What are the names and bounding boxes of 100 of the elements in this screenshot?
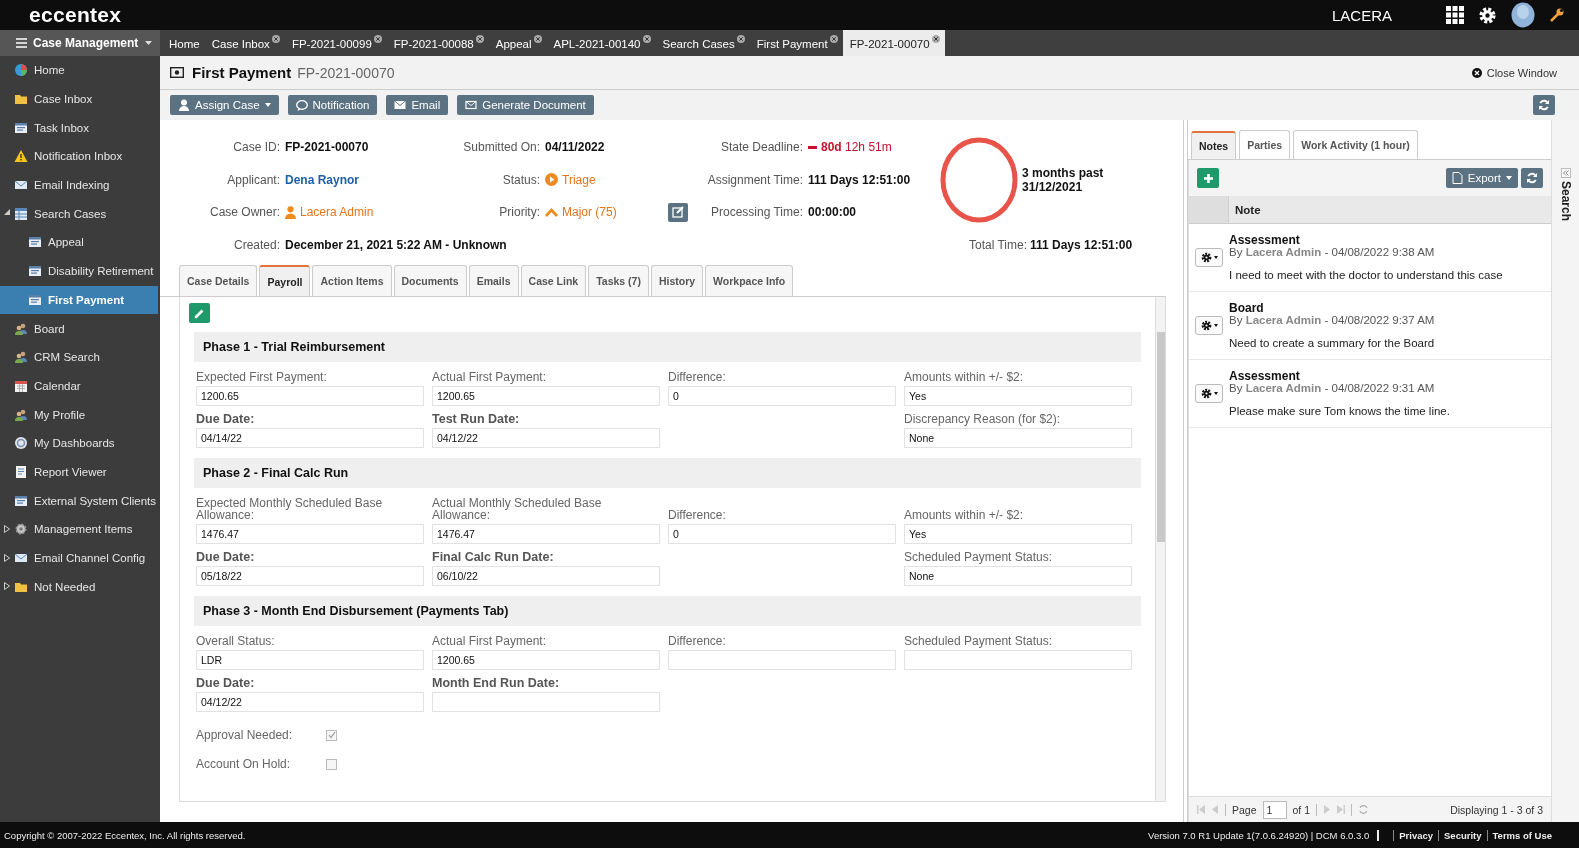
input-field[interactable]: 05/18/22 (196, 566, 424, 586)
input-field[interactable]: LDR (196, 650, 424, 670)
page-input[interactable]: 1 (1262, 800, 1287, 819)
close-icon[interactable] (829, 35, 838, 43)
actions-menu-button[interactable] (1195, 384, 1223, 403)
input-field[interactable]: 0 (668, 524, 896, 544)
input-field[interactable]: Yes (904, 524, 1132, 544)
edit-button[interactable] (668, 202, 688, 222)
sidebar-item[interactable]: Report Viewer (0, 457, 160, 487)
sidebar-item[interactable]: Management Items (0, 515, 160, 544)
input-field[interactable]: None (904, 428, 1132, 448)
sidebar-item[interactable]: Disability Retirement (0, 256, 160, 286)
input-field[interactable]: 06/10/22 (432, 566, 660, 586)
tab[interactable]: Emails (468, 265, 519, 296)
tab[interactable]: Case Link (520, 265, 587, 296)
tab[interactable]: Case Inbox (204, 30, 285, 56)
tab[interactable]: Payroll (259, 265, 311, 296)
sidebar-item[interactable]: Appeal (0, 228, 160, 257)
sidebar-item[interactable]: My Profile (0, 400, 160, 429)
input-field[interactable]: Yes (904, 386, 1132, 406)
tab[interactable]: FP-2021-00099 (284, 30, 387, 56)
input-field[interactable] (904, 650, 1132, 670)
tab[interactable]: Appeal (488, 30, 547, 56)
collapsed-arrow-icon[interactable] (4, 582, 10, 591)
footer-link[interactable]: Privacy (1393, 829, 1438, 841)
actions-menu-button[interactable] (1195, 248, 1223, 267)
add-button[interactable] (1197, 168, 1219, 188)
tab[interactable]: Work Activity (1 hour) (1293, 130, 1418, 159)
sidebar-item[interactable]: Email Channel Config (0, 543, 160, 573)
input-field[interactable] (432, 692, 660, 712)
sidebar-item[interactable]: Home (0, 56, 160, 85)
toolbar-button[interactable]: Generate Document (457, 95, 594, 115)
tab[interactable]: Documents (393, 265, 467, 296)
tab[interactable]: History (650, 265, 704, 296)
toolbar-button[interactable]: Assign Case (170, 95, 279, 115)
input-field[interactable] (668, 650, 896, 670)
sidebar-item[interactable]: CRM Search (0, 342, 160, 372)
sidebar-item[interactable]: First Payment (0, 285, 158, 315)
close-window-link[interactable]: Close Window (1471, 66, 1557, 79)
toolbar-button[interactable]: Email (386, 95, 449, 115)
tab[interactable]: Action Items (312, 265, 392, 296)
sidebar-item[interactable]: Case Inbox (0, 84, 160, 114)
tab[interactable]: Search Cases (655, 30, 750, 56)
input-field[interactable]: 04/14/22 (196, 428, 424, 448)
tab[interactable]: Home (162, 30, 205, 56)
applicant-link[interactable]: Dena Raynor (285, 172, 435, 187)
input-field[interactable]: 1476.47 (432, 524, 660, 544)
tab[interactable]: APL-2021-00140 (546, 30, 656, 56)
search-panel-label[interactable]: Search (1558, 181, 1573, 222)
actions-menu-button[interactable] (1195, 316, 1223, 335)
wrench-icon[interactable] (1549, 7, 1565, 23)
footer-link[interactable]: Terms of Use (1486, 829, 1557, 841)
refresh-button[interactable] (1533, 95, 1555, 115)
sidebar-item[interactable]: External System Clients (0, 486, 160, 515)
collapsed-arrow-icon[interactable] (4, 525, 10, 533)
edit-button[interactable] (189, 303, 210, 323)
checkbox[interactable] (326, 758, 337, 770)
tab[interactable]: FP-2021-00088 (386, 30, 489, 56)
tab[interactable]: FP-2021-00070 (842, 30, 945, 56)
close-icon[interactable] (271, 35, 280, 43)
close-icon[interactable] (642, 35, 651, 43)
input-field[interactable]: 1476.47 (196, 524, 424, 544)
sidebar-item[interactable]: Task Inbox (0, 113, 160, 143)
scrollbar[interactable] (1155, 297, 1165, 801)
footer-link[interactable]: Security (1438, 829, 1487, 841)
menu-header[interactable]: Case Management (0, 30, 160, 56)
tab[interactable]: First Payment (749, 30, 843, 56)
avatar-icon[interactable] (1511, 2, 1535, 28)
close-icon[interactable] (475, 35, 484, 43)
sidebar-item[interactable]: Search Cases (0, 199, 160, 229)
tab[interactable]: Workpace Info (705, 265, 794, 296)
sidebar-item[interactable]: Notification Inbox (0, 142, 160, 171)
export-button[interactable]: Export (1445, 168, 1518, 188)
sidebar-item[interactable]: Email Indexing (0, 170, 160, 200)
input-field[interactable]: 1200.65 (432, 650, 660, 670)
sidebar-item[interactable]: Board (0, 314, 160, 343)
close-icon[interactable] (533, 35, 542, 43)
sidebar-item[interactable]: Not Needed (0, 572, 160, 602)
refresh-button[interactable] (1521, 168, 1543, 188)
close-icon[interactable] (373, 35, 382, 43)
expanded-arrow-icon[interactable] (4, 209, 10, 216)
apps-grid-icon[interactable] (1446, 6, 1464, 24)
close-icon[interactable] (736, 35, 745, 43)
tab[interactable]: Tasks (7) (588, 265, 649, 296)
tab[interactable]: Parties (1239, 130, 1291, 159)
toolbar-button[interactable]: Notification (287, 95, 378, 115)
collapse-icon[interactable] (1560, 168, 1571, 178)
tab[interactable]: Case Details (179, 265, 258, 296)
collapsed-arrow-icon[interactable] (4, 553, 10, 562)
input-field[interactable]: 04/12/22 (196, 692, 424, 712)
sidebar-item[interactable]: My Dashboards (0, 428, 160, 458)
input-field[interactable]: 1200.65 (196, 386, 424, 406)
input-field[interactable]: None (904, 566, 1132, 586)
tab[interactable]: Notes (1191, 131, 1237, 159)
close-icon[interactable] (931, 35, 940, 43)
settings-icon[interactable] (1478, 5, 1497, 25)
input-field[interactable]: 1200.65 (432, 386, 660, 406)
sidebar-item[interactable]: Calendar (0, 371, 160, 401)
checkbox[interactable] (326, 729, 337, 741)
input-field[interactable]: 0 (668, 386, 896, 406)
